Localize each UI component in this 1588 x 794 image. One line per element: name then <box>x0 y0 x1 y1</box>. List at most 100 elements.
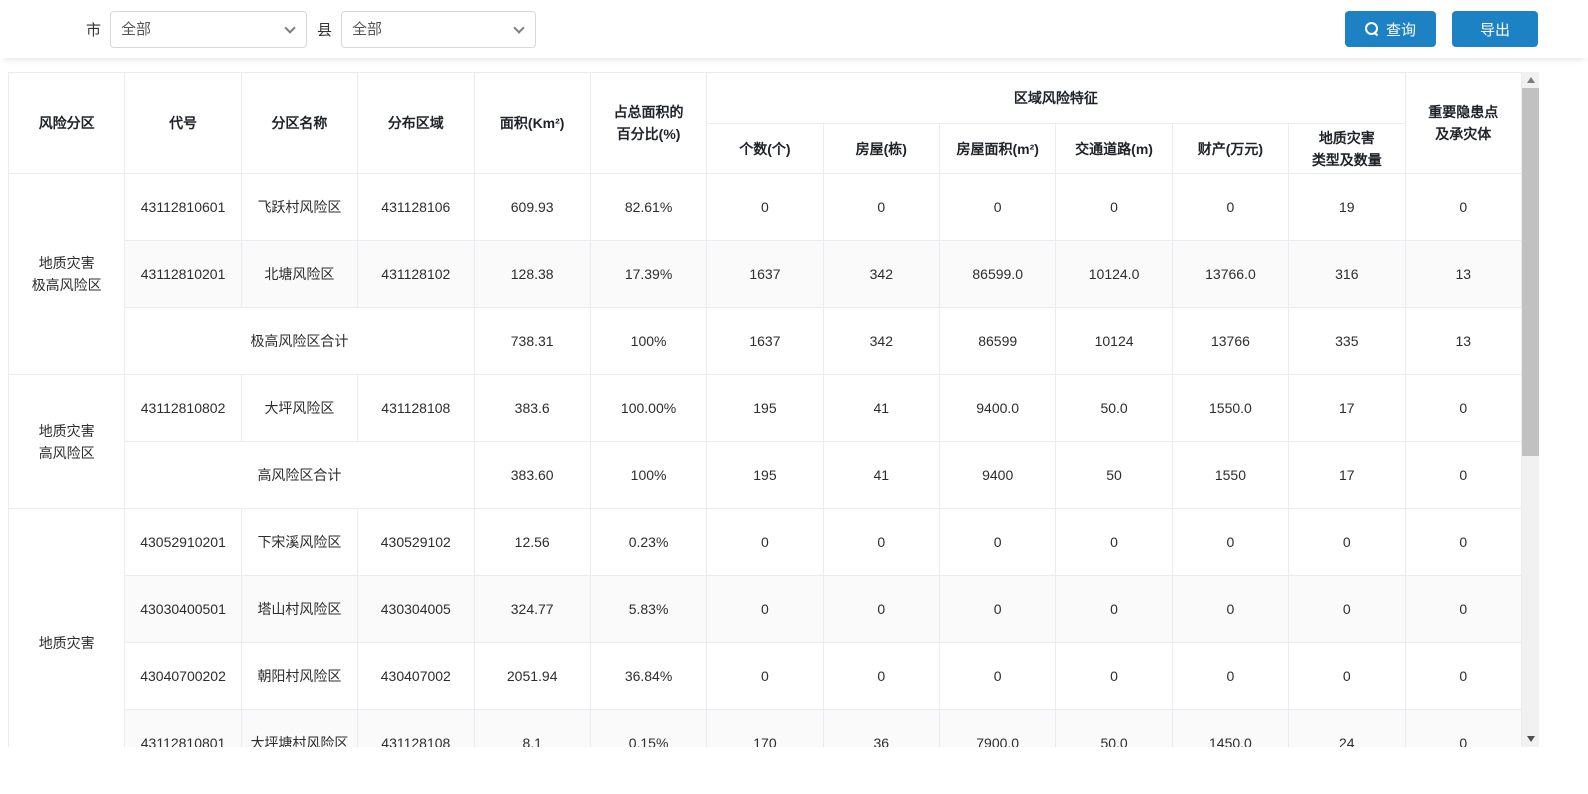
cell-disasters: 0 <box>1289 509 1405 576</box>
cell-disasters: 19 <box>1289 174 1405 241</box>
search-icon <box>1365 22 1379 36</box>
export-button-label: 导出 <box>1480 19 1510 40</box>
cell-pct: 100% <box>590 308 706 375</box>
scroll-down-icon <box>1527 736 1535 742</box>
cell-count: 0 <box>707 509 823 576</box>
table-row: 43112810801 大坪塘村风险区 431128108 8.1 0.15% … <box>9 710 1522 748</box>
cell-name: 大坪塘村风险区 <box>241 710 357 748</box>
cell-total-label: 高风险区合计 <box>125 442 474 509</box>
cell-roads: 50 <box>1056 442 1172 509</box>
cell-dist: 431128108 <box>358 375 474 442</box>
query-button-label: 查询 <box>1386 19 1416 40</box>
cell-dist: 431128106 <box>358 174 474 241</box>
table-row-total: 高风险区合计 383.60 100% 195 41 9400 50 1550 1… <box>9 442 1522 509</box>
cell-area: 738.31 <box>474 308 590 375</box>
cell-disasters: 24 <box>1289 710 1405 748</box>
cell-code: 43112810802 <box>125 375 241 442</box>
cell-disasters: 0 <box>1289 643 1405 710</box>
cell-count: 170 <box>707 710 823 748</box>
cell-dist: 431128108 <box>358 710 474 748</box>
cell-name: 飞跃村风险区 <box>241 174 357 241</box>
cell-pct: 5.83% <box>590 576 706 643</box>
cell-code: 43052910201 <box>125 509 241 576</box>
cell-disasters: 17 <box>1289 442 1405 509</box>
col-header-area: 面积(Km²) <box>474 73 590 174</box>
cell-houses: 342 <box>823 308 939 375</box>
cell-count: 0 <box>707 174 823 241</box>
city-select[interactable]: 全部 <box>110 11 307 48</box>
cell-roads: 50.0 <box>1056 375 1172 442</box>
cell-name: 朝阳村风险区 <box>241 643 357 710</box>
col-header-houses: 房屋(栋) <box>823 124 939 174</box>
county-select[interactable]: 全部 <box>341 11 536 48</box>
export-button[interactable]: 导出 <box>1452 11 1538 47</box>
cell-count: 1637 <box>707 308 823 375</box>
cell-dist: 430407002 <box>358 643 474 710</box>
vertical-scrollbar[interactable] <box>1522 72 1539 747</box>
cell-disasters: 17 <box>1289 375 1405 442</box>
cell-property: 0 <box>1172 509 1288 576</box>
cell-count: 195 <box>707 375 823 442</box>
cell-name: 北塘风险区 <box>241 241 357 308</box>
cell-house-area: 0 <box>940 576 1056 643</box>
city-label: 市 <box>86 19 101 40</box>
scrollbar-thumb[interactable] <box>1522 88 1539 456</box>
cell-pct: 36.84% <box>590 643 706 710</box>
cell-houses: 342 <box>823 241 939 308</box>
table-row: 地质灾害 极高风险区 43112810601 飞跃村风险区 431128106 … <box>9 174 1522 241</box>
query-button[interactable]: 查询 <box>1345 11 1436 47</box>
cell-points: 0 <box>1405 509 1522 576</box>
cell-pct: 100.00% <box>590 375 706 442</box>
cell-houses: 0 <box>823 576 939 643</box>
cell-area: 128.38 <box>474 241 590 308</box>
city-field: 市 全部 <box>86 11 307 48</box>
cell-property: 1550 <box>1172 442 1288 509</box>
cell-houses: 41 <box>823 442 939 509</box>
col-header-code: 代号 <box>125 73 241 174</box>
cell-pct: 0.15% <box>590 710 706 748</box>
cell-area: 12.56 <box>474 509 590 576</box>
cell-pct: 100% <box>590 442 706 509</box>
cell-roads: 0 <box>1056 509 1172 576</box>
risk-table-clip: 风险分区 代号 分区名称 分布区域 面积(Km²) 占总面积的 百分比(%) 区… <box>8 72 1522 747</box>
group-cell-extreme: 地质灾害 极高风险区 <box>9 174 125 375</box>
cell-dist: 430304005 <box>358 576 474 643</box>
col-header-regional-risk: 区域风险特征 <box>707 73 1405 124</box>
cell-houses: 36 <box>823 710 939 748</box>
cell-dist: 430529102 <box>358 509 474 576</box>
cell-roads: 50.0 <box>1056 710 1172 748</box>
cell-disasters: 0 <box>1289 576 1405 643</box>
scroll-up-button[interactable] <box>1522 72 1539 88</box>
cell-pct: 0.23% <box>590 509 706 576</box>
col-header-percent: 占总面积的 百分比(%) <box>590 73 706 174</box>
table-row: 43040700202 朝阳村风险区 430407002 2051.94 36.… <box>9 643 1522 710</box>
cell-roads: 0 <box>1056 174 1172 241</box>
col-header-risk-zone: 风险分区 <box>9 73 125 174</box>
cell-roads: 0 <box>1056 576 1172 643</box>
cell-houses: 0 <box>823 174 939 241</box>
scroll-down-button[interactable] <box>1522 731 1539 747</box>
cell-house-area: 0 <box>940 643 1056 710</box>
cell-points: 0 <box>1405 375 1522 442</box>
cell-property: 0 <box>1172 174 1288 241</box>
cell-points: 0 <box>1405 643 1522 710</box>
table-row-total: 极高风险区合计 738.31 100% 1637 342 86599 10124… <box>9 308 1522 375</box>
group-cell-high: 地质灾害 高风险区 <box>9 375 125 509</box>
table-row: 43030400501 塔山村风险区 430304005 324.77 5.83… <box>9 576 1522 643</box>
risk-table-container: 风险分区 代号 分区名称 分布区域 面积(Km²) 占总面积的 百分比(%) 区… <box>8 72 1539 747</box>
cell-name: 下宋溪风险区 <box>241 509 357 576</box>
cell-area: 383.60 <box>474 442 590 509</box>
cell-roads: 10124.0 <box>1056 241 1172 308</box>
col-header-zone-name: 分区名称 <box>241 73 357 174</box>
cell-area: 2051.94 <box>474 643 590 710</box>
cell-roads: 10124 <box>1056 308 1172 375</box>
table-row: 地质灾害 43052910201 下宋溪风险区 430529102 12.56 … <box>9 509 1522 576</box>
county-select-wrap: 全部 <box>341 11 536 48</box>
cell-points: 13 <box>1405 241 1522 308</box>
cell-house-area: 7900.0 <box>940 710 1056 748</box>
cell-property: 1450.0 <box>1172 710 1288 748</box>
toolbar: 市 全部 县 全部 查询 导出 <box>0 0 1588 58</box>
cell-disasters: 335 <box>1289 308 1405 375</box>
cell-houses: 0 <box>823 509 939 576</box>
cell-name: 塔山村风险区 <box>241 576 357 643</box>
